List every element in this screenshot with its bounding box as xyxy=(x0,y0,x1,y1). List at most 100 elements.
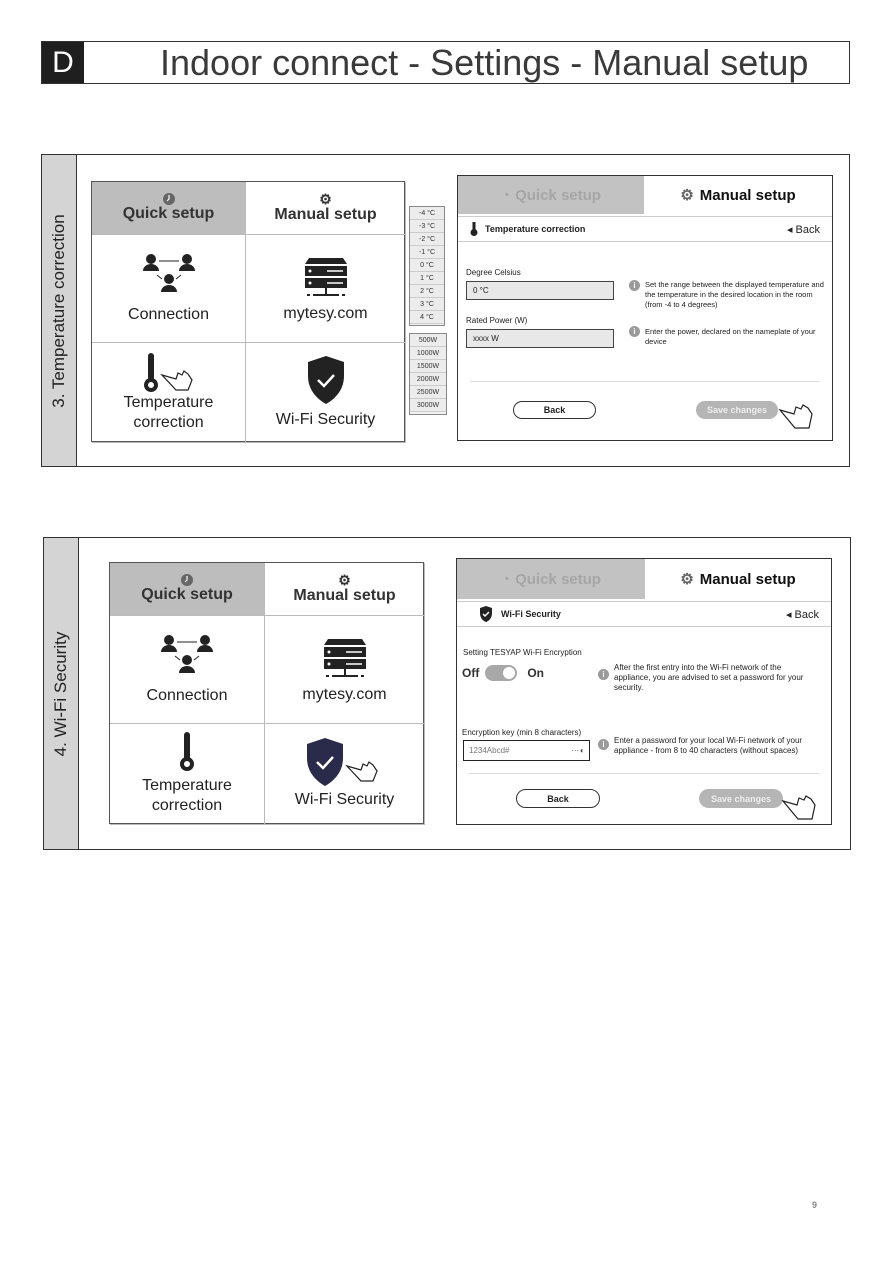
screen-tab-manual-setup[interactable]: ⚙ Manual setup xyxy=(644,176,832,214)
degree-input[interactable]: 0 °C xyxy=(466,281,614,300)
encryption-key-input[interactable]: 1234Abcd# ···◖ xyxy=(463,740,590,761)
section-wifi-security: 4. Wi-Fi Security Quick setup ⚙ Manual s… xyxy=(43,537,851,850)
info-icon: i xyxy=(598,669,609,680)
page-number: 9 xyxy=(812,1200,818,1210)
back-button[interactable]: Back xyxy=(513,401,596,419)
power-option[interactable]: 500W xyxy=(410,334,446,347)
quick-setup-label: Quick setup xyxy=(141,586,233,603)
pointing-hand-icon xyxy=(781,795,816,820)
settings-menu-grid: Quick setup ⚙ Manual setup Connection my… xyxy=(91,181,406,443)
back-link[interactable]: ◂ Back xyxy=(786,608,819,621)
thermometer-icon xyxy=(143,352,158,392)
connection-icon xyxy=(142,253,195,292)
temperature-option[interactable]: 4 °C xyxy=(410,311,444,324)
menu-tab-quick-setup[interactable]: Quick setup xyxy=(92,182,246,235)
pointing-hand-icon xyxy=(159,369,193,391)
power-option[interactable]: 3000W xyxy=(410,399,446,412)
menu-item-temperature-correction[interactable]: Temperature correction xyxy=(110,724,265,825)
temperature-options-list: -4 °C -3 °C -2 °C -1 °C 0 °C 1 °C 2 °C 3… xyxy=(409,206,445,326)
page-title: Indoor connect - Settings - Manual setup xyxy=(160,41,809,83)
menu-tab-manual-setup[interactable]: ⚙ Manual setup xyxy=(246,182,406,235)
screen-subheader: Temperature correction ◂ Back xyxy=(458,216,832,242)
tab-label: Manual setup xyxy=(699,570,796,588)
temperature-option[interactable]: -4 °C xyxy=(410,207,444,220)
screen-subheader: Wi-Fi Security ◂ Back xyxy=(457,601,831,627)
degree-info-text: Set the range between the displayed temp… xyxy=(645,280,824,309)
screen-tab-quick-setup[interactable]: ◔ Quick setup xyxy=(457,559,645,599)
encryption-toggle[interactable] xyxy=(485,665,518,681)
menu-item-mytesy[interactable]: mytesy.com xyxy=(265,616,425,724)
sidebar-label: 4. Wi-Fi Security xyxy=(51,631,70,756)
pointing-hand-icon xyxy=(778,404,813,429)
temperature-correction-screen: ◔ Quick setup ⚙ Manual setup Temperature c… xyxy=(457,175,833,441)
sidebar-label: 3. Temperature correction xyxy=(49,213,68,408)
subheader-title: Temperature correction xyxy=(485,224,586,234)
power-info-text: Enter the power, declared on the namepla… xyxy=(645,327,816,346)
key-value: 1234Abcd# xyxy=(469,746,510,755)
power-input[interactable]: xxxx W xyxy=(466,329,614,348)
wifi-security-screen: ◔ Quick setup ⚙ Manual setup Wi-Fi Securit… xyxy=(456,558,832,825)
menu-item-temperature-correction[interactable]: Temperature correction xyxy=(92,343,246,443)
power-option[interactable]: 1000W xyxy=(410,347,446,360)
power-label: Rated Power (W) xyxy=(466,316,528,325)
tab-label: Manual setup xyxy=(699,186,796,204)
degree-label: Degree Celsius xyxy=(466,268,521,277)
back-link[interactable]: ◂ Back xyxy=(787,223,820,236)
clock-icon xyxy=(181,574,193,586)
power-option[interactable]: 1500W xyxy=(410,360,446,373)
back-link-label: Back xyxy=(795,223,820,236)
show-password-icon[interactable]: ···◖ xyxy=(571,746,584,755)
quick-setup-label: Quick setup xyxy=(122,205,215,222)
connection-label: Connection xyxy=(128,305,209,323)
temperature-option[interactable]: 3 °C xyxy=(410,298,444,311)
temperature-option[interactable]: 0 °C xyxy=(410,259,444,272)
save-changes-button[interactable]: Save changes xyxy=(696,401,778,419)
tab-label: Quick setup xyxy=(515,186,601,204)
temperature-correction-label: Temperature correction xyxy=(142,777,232,814)
page-header: D Indoor connect - Settings - Manual set… xyxy=(41,41,850,84)
back-button[interactable]: Back xyxy=(516,789,600,808)
menu-item-wifi-security[interactable]: Wi-Fi Security xyxy=(246,343,406,443)
temperature-option[interactable]: -2 °C xyxy=(410,233,444,246)
server-icon xyxy=(304,257,347,296)
pointing-hand-icon xyxy=(344,761,378,782)
thermometer-icon xyxy=(470,222,478,236)
menu-item-mytesy[interactable]: mytesy.com xyxy=(246,235,406,343)
screen-tab-quick-setup[interactable]: ◔ Quick setup xyxy=(458,176,644,214)
subheader-title: Wi-Fi Security xyxy=(501,609,561,619)
shield-check-icon xyxy=(306,738,343,786)
section-temperature-correction: 3. Temperature correction Quick setup ⚙ … xyxy=(41,154,850,467)
clock-icon: ◔ xyxy=(501,186,511,204)
gear-icon: ⚙ xyxy=(338,572,351,588)
settings-menu-grid: Quick setup ⚙ Manual setup Connection my… xyxy=(109,562,425,825)
menu-item-connection[interactable]: Connection xyxy=(92,235,246,343)
temperature-option[interactable]: -3 °C xyxy=(410,220,444,233)
temperature-option[interactable]: 1 °C xyxy=(410,272,444,285)
tab-label: Quick setup xyxy=(515,570,601,588)
encryption-label: Setting TESYAP Wi-Fi Encryption xyxy=(463,648,582,657)
screen-tab-manual-setup[interactable]: ⚙ Manual setup xyxy=(645,559,831,599)
power-option[interactable]: 2000W xyxy=(410,373,446,386)
wifi-security-label: Wi-Fi Security xyxy=(294,791,395,808)
encryption-toggle-row: Off On xyxy=(462,665,544,681)
temperature-correction-label: Temperature correction xyxy=(123,393,214,431)
power-option[interactable]: 2500W xyxy=(410,386,446,399)
info-icon: i xyxy=(598,739,609,750)
save-changes-button[interactable]: Save changes xyxy=(699,789,783,808)
menu-item-wifi-security[interactable]: Wi-Fi Security xyxy=(265,724,425,825)
menu-item-connection[interactable]: Connection xyxy=(110,616,265,724)
info-icon: i xyxy=(629,326,640,337)
temperature-option[interactable]: 2 °C xyxy=(410,285,444,298)
gear-icon: ⚙ xyxy=(319,191,332,207)
key-info-text: Enter a password for your local Wi-Fi ne… xyxy=(614,736,803,755)
temperature-option[interactable]: -1 °C xyxy=(410,246,444,259)
connection-label: Connection xyxy=(146,686,228,704)
mytesy-label: mytesy.com xyxy=(302,685,387,703)
back-link-label: Back xyxy=(794,608,819,621)
menu-tab-manual-setup[interactable]: ⚙ Manual setup xyxy=(265,563,425,616)
divider xyxy=(470,381,820,382)
clock-icon xyxy=(162,193,175,205)
menu-tab-quick-setup[interactable]: Quick setup xyxy=(110,563,265,616)
shield-check-icon xyxy=(307,355,344,404)
key-label: Encryption key (min 8 characters) xyxy=(462,728,582,737)
